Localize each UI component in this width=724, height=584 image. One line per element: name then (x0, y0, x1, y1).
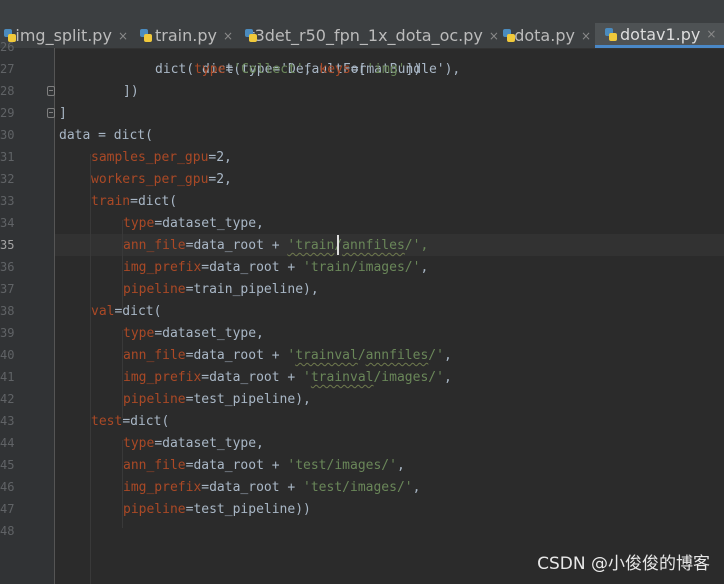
line-number: 30 (0, 128, 15, 142)
tab-dota[interactable]: dota.py × (503, 23, 591, 48)
line-number: 33 (0, 194, 15, 208)
code-line: pipeline=test_pipeline), (123, 392, 311, 407)
code-line: samples_per_gpu=2, (91, 150, 232, 165)
line-number: 29 (0, 106, 15, 120)
tab-label: dotav1.py (620, 24, 701, 44)
line-number: 42 (0, 392, 15, 406)
tab-dotav1[interactable]: dotav1.py × (595, 23, 724, 48)
close-icon[interactable]: × (706, 27, 716, 41)
code-line: type=dataset_type, (123, 216, 264, 231)
fold-marker-icon[interactable] (47, 108, 55, 118)
line-number: 40 (0, 348, 15, 362)
code-line: ann_file=data_root + 'test/images/', (123, 458, 405, 473)
code-line-current: ann_file=data_root + 'train/annfiles/', (123, 238, 429, 253)
indent-guide (90, 154, 91, 584)
code-editor[interactable]: dict(type='DefaultFormatBundle'), dict(t… (55, 48, 724, 584)
line-number: 37 (0, 282, 15, 296)
python-file-icon (503, 29, 516, 42)
close-icon[interactable]: × (223, 29, 233, 43)
line-number: 39 (0, 326, 15, 340)
editor-tab-bar: img_split.py × train.py × r3det_r50_fpn_… (0, 0, 724, 49)
line-number-gutter: 26 27 28 29 30 31 32 33 34 35 36 37 38 3… (0, 40, 55, 584)
close-icon[interactable]: × (581, 29, 591, 43)
line-number: 26 (0, 40, 15, 54)
line-number: 41 (0, 370, 15, 384)
code-line: train=dict( (91, 194, 178, 209)
line-number: 32 (0, 172, 15, 186)
tab-label: img_split.py (15, 26, 112, 45)
line-number: 34 (0, 216, 15, 230)
python-file-icon (140, 29, 152, 42)
line-number: 48 (0, 524, 15, 538)
code-line: img_prefix=data_root + 'train/images/', (123, 260, 429, 275)
tab-label: r3det_r50_fpn_1x_dota_oc.py (248, 26, 483, 45)
fold-marker-icon[interactable] (47, 86, 55, 96)
tab-r3det-config[interactable]: r3det_r50_fpn_1x_dota_oc.py × (245, 23, 499, 48)
code-line: dict(type='DefaultFormatBundle'), (201, 62, 461, 77)
line-number: 36 (0, 260, 15, 274)
code-line: ann_file=data_root + 'trainval/annfiles/… (123, 348, 452, 363)
code-line: img_prefix=data_root + 'test/images/', (123, 480, 421, 495)
line-number: 43 (0, 414, 15, 428)
line-number: 45 (0, 458, 15, 472)
line-number: 27 (0, 62, 15, 76)
tab-label: train.py (155, 26, 217, 45)
code-line: type=dataset_type, (123, 436, 264, 451)
code-line: ]) (123, 84, 139, 99)
code-line: dict(type='Collect', keys=['img']) (155, 62, 422, 77)
tab-train[interactable]: train.py × (140, 23, 238, 48)
line-number: 28 (0, 84, 15, 98)
tab-label: dota.py (514, 26, 575, 45)
line-number: 44 (0, 436, 15, 450)
close-icon[interactable]: × (489, 29, 499, 43)
watermark: CSDN @小俊俊的博客 (537, 554, 710, 574)
tab-img-split[interactable]: img_split.py × (0, 23, 128, 48)
python-file-icon (605, 27, 617, 41)
close-icon[interactable]: × (118, 29, 128, 43)
code-line: pipeline=train_pipeline), (123, 282, 319, 297)
code-line: workers_per_gpu=2, (91, 172, 232, 187)
line-number-current: 35 (0, 238, 15, 252)
text-caret (337, 235, 339, 255)
line-number: 47 (0, 502, 15, 516)
ide-window: img_split.py × train.py × r3det_r50_fpn_… (0, 0, 724, 584)
code-line: pipeline=test_pipeline)) (123, 502, 311, 517)
line-number: 31 (0, 150, 15, 164)
code-line: data = dict( (59, 128, 153, 143)
code-line: img_prefix=data_root + 'trainval/images/… (123, 370, 452, 385)
line-number: 46 (0, 480, 15, 494)
code-line: type=dataset_type, (123, 326, 264, 341)
code-line: test=dict( (91, 414, 170, 429)
line-number: 38 (0, 304, 15, 318)
code-line: ] (59, 106, 67, 121)
code-line: val=dict( (91, 304, 162, 319)
